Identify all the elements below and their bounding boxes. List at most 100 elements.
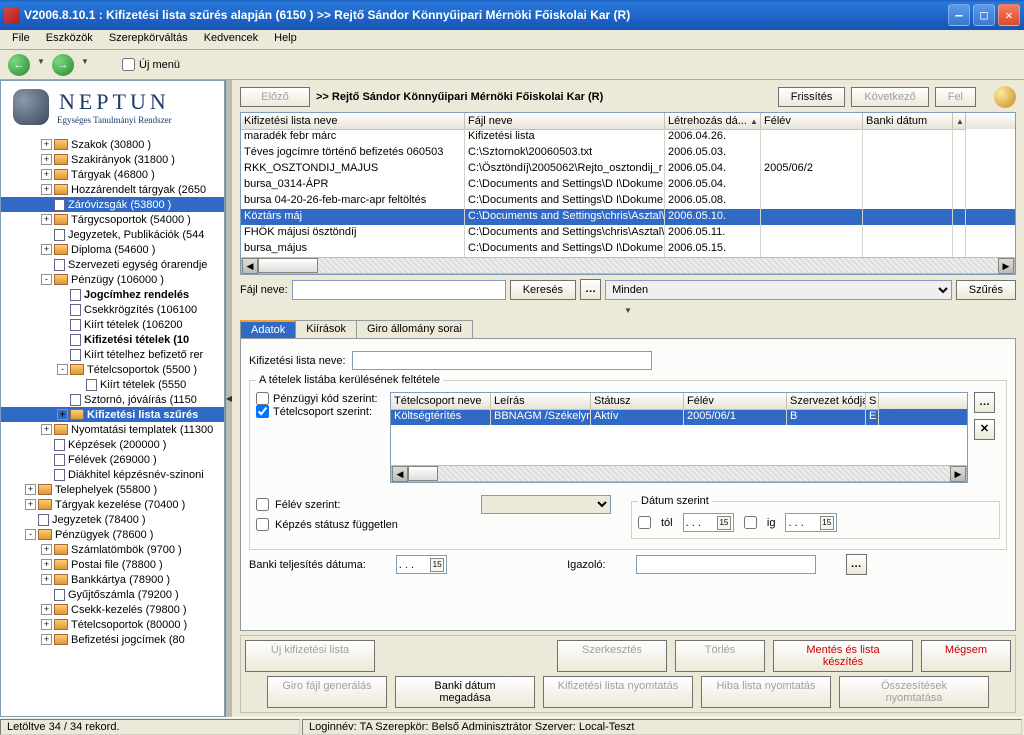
expand-icon[interactable]: - [25, 529, 36, 540]
table-row[interactable]: bursa_0314-ÁPRC:\Documents and Settings\… [241, 177, 1015, 193]
expand-icon[interactable]: + [41, 244, 52, 255]
col-created[interactable]: Létrehozás dá... ▲ [665, 113, 761, 130]
col-bankdate[interactable]: Banki dátum [863, 113, 953, 130]
tab-giro[interactable]: Giro állomány sorai [356, 320, 473, 338]
cancel-button[interactable]: Mégsem [921, 640, 1011, 672]
tree-item[interactable]: +Postai file (78800 ) [1, 557, 224, 572]
new-list-button[interactable]: Új kifizetési lista [245, 640, 375, 672]
tree-item[interactable]: Jogcímhez rendelés [1, 287, 224, 302]
tree-item[interactable]: +Hozzárendelt tárgyak (2650 [1, 182, 224, 197]
expand-icon[interactable]: + [57, 409, 68, 420]
tree-item[interactable]: Záróvizsgák (53800 ) [1, 197, 224, 212]
tree-item[interactable]: +Telephelyek (55800 ) [1, 482, 224, 497]
tree-item[interactable]: Kiírt tételek (5550 [1, 377, 224, 392]
forward-dropdown[interactable]: ▼ [80, 57, 90, 73]
expand-icon[interactable]: + [41, 214, 52, 225]
semester-select[interactable] [481, 495, 611, 514]
next-button[interactable]: Következő [851, 87, 928, 107]
giro-gen-button[interactable]: Giro fájl generálás [267, 676, 387, 708]
tree-item[interactable]: Gyűjtőszámla (79200 ) [1, 587, 224, 602]
back-button[interactable]: ← [8, 54, 30, 76]
tree-item[interactable]: -Pénzügy (106000 ) [1, 272, 224, 287]
nav-tree[interactable]: +Szakok (30800 )+Szakirányok (31800 )+Tá… [1, 137, 224, 716]
expand-down-icon[interactable]: ▼ [624, 306, 632, 315]
chk-finance-code[interactable]: Pénzügyi kód szerint: [256, 392, 384, 405]
menu-role[interactable]: Szerepkörváltás [101, 30, 196, 49]
tree-item[interactable]: Diákhitel képzésnév-szinoni [1, 467, 224, 482]
bank-date-input[interactable]: . . .15 [396, 555, 447, 574]
expand-icon[interactable]: + [41, 154, 52, 165]
edit-button[interactable]: Szerkesztés [557, 640, 667, 672]
itemgroup-table[interactable]: Tételcsoport neve Leírás Státusz Félév S… [390, 392, 968, 483]
expand-icon[interactable]: + [41, 424, 52, 435]
detail-name-input[interactable] [352, 351, 652, 370]
tree-item[interactable]: +Tárgyak (46800 ) [1, 167, 224, 182]
ujmenu-toggle[interactable]: Új menü [122, 58, 180, 71]
remove-itemgroup-button[interactable]: ✕ [974, 419, 995, 440]
ellipsis-button[interactable]: … [580, 279, 601, 300]
table-hscroll[interactable]: ◀ ▶ [241, 257, 1015, 274]
bankdate-enter-button[interactable]: Banki dátum megadása [395, 676, 535, 708]
delete-button[interactable]: Törlés [675, 640, 765, 672]
filter-type-select[interactable]: Minden [605, 280, 952, 300]
scroll-left-icon[interactable]: ◀ [242, 258, 258, 274]
table-row[interactable]: Téves jogcímre történő befizetés 060503C… [241, 145, 1015, 161]
print-error-button[interactable]: Hiba lista nyomtatás [701, 676, 831, 708]
table-row[interactable]: Köztárs májC:\Documents and Settings\chr… [241, 209, 1015, 225]
save-build-button[interactable]: Mentés és lista készítés [773, 640, 913, 672]
tree-item[interactable]: +Szakok (30800 ) [1, 137, 224, 152]
tree-item[interactable]: Félévek (269000 ) [1, 452, 224, 467]
chk-itemgroup[interactable]: Tételcsoport szerint: [256, 405, 384, 418]
back-dropdown[interactable]: ▼ [36, 57, 46, 73]
tree-item[interactable]: Jegyzetek, Publikációk (544 [1, 227, 224, 242]
tree-item[interactable]: +Tárgycsoportok (54000 ) [1, 212, 224, 227]
expand-icon[interactable]: + [41, 559, 52, 570]
expand-icon[interactable]: - [41, 274, 52, 285]
table-row[interactable]: bursa_májusC:\Documents and Settings\D I… [241, 241, 1015, 257]
col-endcap[interactable]: ▲ [953, 113, 966, 130]
tree-item[interactable]: +Bankkártya (78900 ) [1, 572, 224, 587]
expand-icon[interactable]: + [41, 619, 52, 630]
add-itemgroup-button[interactable]: … [974, 392, 995, 413]
tree-item[interactable]: Szervezeti egység órarendje [1, 257, 224, 272]
det-scroll-left[interactable]: ◀ [392, 466, 408, 482]
filter-button[interactable]: Szűrés [956, 280, 1016, 300]
det-hscroll[interactable]: ◀ ▶ [391, 465, 967, 482]
tree-item[interactable]: +Kifizetési lista szűrés [1, 407, 224, 422]
prev-button[interactable]: Előző [240, 87, 310, 107]
print-list-button[interactable]: Kifizetési lista nyomtatás [543, 676, 693, 708]
chk-training-status[interactable] [256, 518, 269, 531]
table-row[interactable]: bursa 04-20-26-feb-marc-apr feltöltésC:\… [241, 193, 1015, 209]
tree-item[interactable]: Képzések (200000 ) [1, 437, 224, 452]
tree-item[interactable]: Sztornó, jóváírás (1150 [1, 392, 224, 407]
splitter[interactable]: ◀ [225, 80, 232, 717]
menu-file[interactable]: File [4, 30, 38, 49]
tree-item[interactable]: +Nyomtatási templatek (11300 [1, 422, 224, 437]
minimize-button[interactable]: — [948, 4, 970, 26]
tree-item[interactable]: Kiírt tételek (106200 [1, 317, 224, 332]
det-row[interactable]: Költségtérítés BBNAGM /Székelyn Aktív 20… [391, 409, 967, 425]
tree-item[interactable]: Csekkrögzítés (106100 [1, 302, 224, 317]
up-button[interactable]: Fel [935, 87, 976, 107]
forward-button[interactable]: → [52, 54, 74, 76]
expand-icon[interactable]: + [41, 184, 52, 195]
close-button[interactable]: ✕ [998, 4, 1020, 26]
expand-icon[interactable]: + [41, 139, 52, 150]
tree-item[interactable]: Kiírt tételhez befizető rer [1, 347, 224, 362]
tree-item[interactable]: +Tárgyak kezelése (70400 ) [1, 497, 224, 512]
col-semester[interactable]: Félév [761, 113, 863, 130]
chk-date-from[interactable] [638, 516, 651, 529]
tree-item[interactable]: +Befizetési jogcímek (80 [1, 632, 224, 647]
verifier-input[interactable] [636, 555, 816, 574]
expand-icon[interactable]: + [41, 574, 52, 585]
expand-icon[interactable]: + [25, 499, 36, 510]
expand-icon[interactable]: + [41, 604, 52, 615]
refresh-button[interactable]: Frissítés [778, 87, 846, 107]
tree-item[interactable]: +Szakirányok (31800 ) [1, 152, 224, 167]
expand-icon[interactable]: + [41, 634, 52, 645]
scroll-right-icon[interactable]: ▶ [998, 258, 1014, 274]
col-file[interactable]: Fájl neve [465, 113, 665, 130]
menu-help[interactable]: Help [266, 30, 305, 49]
tree-item[interactable]: -Pénzügyek (78600 ) [1, 527, 224, 542]
menu-fav[interactable]: Kedvencek [196, 30, 266, 49]
